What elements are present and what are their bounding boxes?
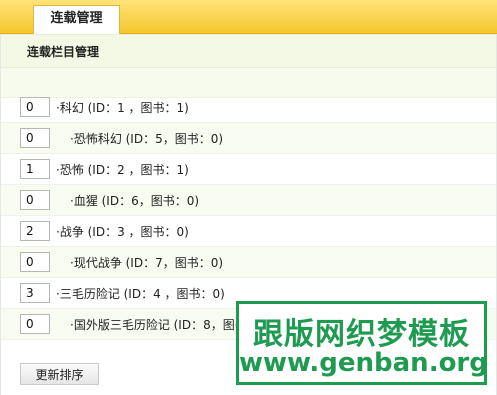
page: 连载管理 连载栏目管理 ·科幻 (ID：1 ，图书：1) ·恐怖科幻 (ID：5… xyxy=(0,0,497,395)
update-order-button[interactable]: 更新排序 xyxy=(20,363,99,385)
order-input[interactable] xyxy=(20,283,50,303)
watermark-logo: 跟版网织梦模板 www.genban.org xyxy=(236,301,488,385)
category-label: ·恐怖科幻 (ID：5，图书：0) xyxy=(70,131,224,146)
watermark-text: 跟版网织梦模板 xyxy=(253,317,470,352)
category-label: ·三毛历险记 (ID：4 ，图书：0) xyxy=(56,286,225,301)
category-row: ·科幻 (ID：1 ，图书：1) xyxy=(1,92,496,123)
order-input[interactable] xyxy=(20,190,50,210)
category-label: ·血猩 (ID：6，图书：0) xyxy=(70,193,200,208)
tab-bar: 连载管理 xyxy=(0,0,497,34)
category-label: ·现代战争 (ID：7，图书：0) xyxy=(70,255,224,270)
order-input[interactable] xyxy=(20,128,50,148)
order-input[interactable] xyxy=(20,314,50,334)
order-input[interactable] xyxy=(20,159,50,179)
tab-serial-management[interactable]: 连载管理 xyxy=(33,5,120,34)
category-row: ·战争 (ID：3 ，图书：0) xyxy=(1,216,496,247)
category-label: ·恐怖 (ID：2 ，图书：1) xyxy=(56,162,189,177)
category-row: ·血猩 (ID：6，图书：0) xyxy=(1,185,496,216)
order-input[interactable] xyxy=(20,97,50,117)
panel-title: 连载栏目管理 xyxy=(1,34,496,68)
category-label: ·科幻 (ID：1 ，图书：1) xyxy=(56,100,189,115)
category-label: ·战争 (ID：3 ，图书：0) xyxy=(56,224,189,239)
watermark-url: www.genban.org xyxy=(239,348,488,378)
category-row: ·恐怖 (ID：2 ，图书：1) xyxy=(1,154,496,185)
category-row: ·恐怖科幻 (ID：5，图书：0) xyxy=(1,123,496,154)
order-input[interactable] xyxy=(20,221,50,241)
category-row: ·现代战争 (ID：7，图书：0) xyxy=(1,247,496,278)
order-input[interactable] xyxy=(20,252,50,272)
